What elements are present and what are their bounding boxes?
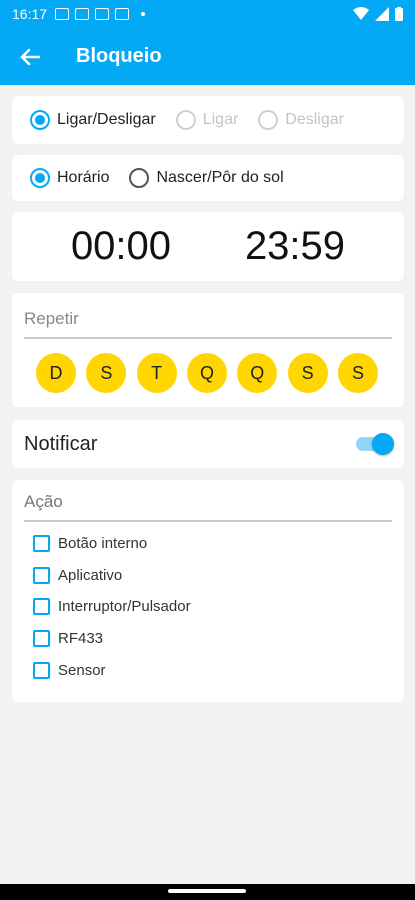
radio-horario[interactable]: Horário bbox=[30, 168, 109, 188]
day-wednesday[interactable]: Q bbox=[186, 353, 227, 393]
system-nav-bar bbox=[0, 884, 415, 900]
notify-card: Notificar bbox=[12, 420, 404, 468]
notification-icon bbox=[55, 8, 70, 20]
checkbox-icon bbox=[33, 598, 50, 616]
checkbox-icon bbox=[33, 535, 50, 553]
radio-label: Nascer/Pôr do sol bbox=[156, 169, 284, 186]
action-card: Ação Botão interno Aplicativo Interrupto… bbox=[12, 480, 404, 702]
notify-toggle[interactable] bbox=[356, 433, 394, 455]
checkbox-interruptor-pulsador[interactable]: Interruptor/Pulsador bbox=[12, 591, 404, 623]
app-bar: Bloqueio bbox=[0, 28, 415, 85]
repeat-days: D S T Q Q S S bbox=[12, 339, 404, 393]
checkbox-label: Aplicativo bbox=[58, 566, 123, 584]
wifi-icon bbox=[353, 7, 369, 20]
repeat-card: Repetir D S T Q Q S S bbox=[12, 293, 404, 407]
notify-row: Notificar bbox=[12, 420, 404, 468]
home-handle[interactable] bbox=[168, 889, 246, 893]
radio-label: Desligar bbox=[285, 111, 344, 128]
radio-label: Ligar/Desligar bbox=[57, 111, 156, 128]
mode-card: Ligar/Desligar Ligar Desligar bbox=[12, 96, 404, 144]
status-right bbox=[353, 7, 403, 21]
day-friday[interactable]: S bbox=[287, 353, 328, 393]
more-notifications-icon bbox=[141, 12, 146, 16]
checkbox-icon bbox=[33, 630, 50, 648]
checkbox-label: Interruptor/Pulsador bbox=[58, 598, 191, 616]
radio-label: Ligar bbox=[202, 111, 239, 128]
signal-icon bbox=[375, 7, 389, 21]
checkbox-botao-interno[interactable]: Botão interno bbox=[12, 528, 404, 560]
trigger-radio-group: Horário Nascer/Pôr do sol bbox=[12, 155, 404, 201]
status-bar: 16:17 bbox=[0, 0, 415, 28]
action-label: Ação bbox=[24, 492, 63, 511]
checkbox-label: Botão interno bbox=[58, 535, 148, 553]
radio-ligar[interactable]: Ligar bbox=[175, 110, 239, 130]
day-thursday[interactable]: Q bbox=[237, 353, 278, 393]
start-time[interactable]: 00:00 bbox=[71, 224, 171, 269]
radio-unchecked-icon bbox=[175, 110, 196, 130]
divider bbox=[24, 520, 392, 522]
radio-nascer-por-do-sol[interactable]: Nascer/Pôr do sol bbox=[129, 168, 284, 188]
back-button[interactable] bbox=[0, 28, 60, 85]
day-tuesday[interactable]: T bbox=[136, 353, 177, 393]
day-monday[interactable]: S bbox=[86, 353, 127, 393]
checkbox-icon bbox=[33, 566, 50, 584]
checkbox-icon bbox=[33, 661, 50, 679]
repeat-label: Repetir bbox=[24, 309, 79, 328]
radio-label: Horário bbox=[57, 169, 110, 186]
radio-checked-icon bbox=[30, 110, 50, 130]
arrow-left-icon bbox=[20, 48, 40, 65]
notification-icon bbox=[75, 8, 90, 20]
radio-desligar[interactable]: Desligar bbox=[258, 110, 344, 130]
radio-ligar-desligar[interactable]: Ligar/Desligar bbox=[30, 110, 156, 130]
trigger-card: Horário Nascer/Pôr do sol bbox=[12, 155, 404, 201]
end-time[interactable]: 23:59 bbox=[245, 224, 345, 269]
checkbox-aplicativo[interactable]: Aplicativo bbox=[12, 560, 404, 592]
radio-checked-icon bbox=[30, 168, 50, 188]
day-saturday[interactable]: S bbox=[337, 353, 378, 393]
time-range: 00:00 23:59 bbox=[12, 212, 404, 281]
checkbox-rf433[interactable]: RF433 bbox=[12, 623, 404, 655]
battery-icon bbox=[395, 7, 403, 21]
checkbox-label: RF433 bbox=[58, 630, 104, 648]
notification-icon bbox=[95, 8, 110, 20]
notify-label: Notificar bbox=[24, 432, 98, 455]
status-time: 16:17 bbox=[12, 6, 48, 22]
radio-unchecked-icon bbox=[258, 110, 279, 130]
checkbox-label: Sensor bbox=[58, 661, 106, 679]
checkbox-sensor[interactable]: Sensor bbox=[12, 654, 404, 686]
time-card: 00:00 23:59 bbox=[12, 212, 404, 281]
day-sunday[interactable]: D bbox=[36, 353, 76, 393]
page-title: Bloqueio bbox=[76, 45, 162, 67]
radio-unchecked-icon bbox=[129, 168, 150, 188]
mode-radio-group: Ligar/Desligar Ligar Desligar bbox=[12, 96, 404, 144]
notification-icon bbox=[115, 8, 130, 20]
